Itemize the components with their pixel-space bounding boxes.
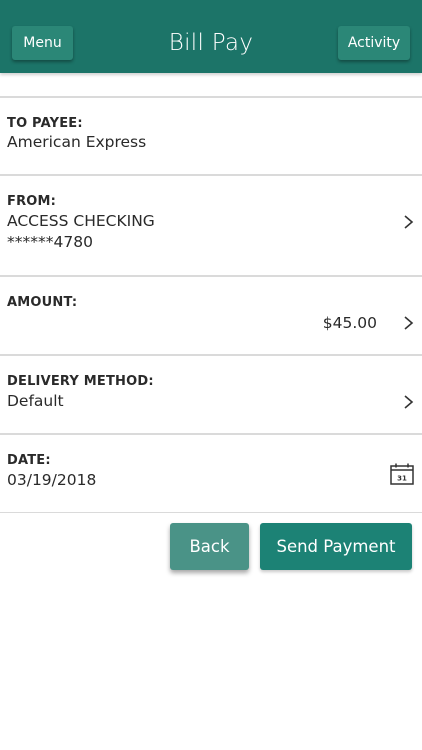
top-bar: Menu Bill Pay Activity xyxy=(0,0,422,73)
activity-button[interactable]: Activity xyxy=(338,26,410,60)
calendar-day-text: 31 xyxy=(397,475,407,483)
date-label: DATE: xyxy=(7,453,51,468)
back-button[interactable]: Back xyxy=(170,523,249,570)
delivery-method-label: DELIVERY METHOD: xyxy=(7,374,154,389)
bill-pay-screen: Menu Bill Pay Activity TO PAYEE: America… xyxy=(0,0,422,750)
payee-value: American Express xyxy=(7,133,147,151)
delivery-method-value: Default xyxy=(7,392,64,410)
from-account-name: ACCESS CHECKING xyxy=(7,212,155,230)
date-row[interactable]: DATE: 03/19/2018 xyxy=(0,435,422,512)
amount-label: AMOUNT: xyxy=(7,295,78,310)
chevron-right-icon[interactable] xyxy=(403,215,414,229)
from-account-row[interactable]: FROM: ACCESS CHECKING ******4780 xyxy=(0,176,422,275)
payee-row: TO PAYEE: American Express xyxy=(0,98,422,174)
payee-label: TO PAYEE: xyxy=(7,116,83,131)
from-label: FROM: xyxy=(7,194,57,209)
delivery-method-row[interactable]: DELIVERY METHOD: Default xyxy=(0,356,422,433)
send-payment-button[interactable]: Send Payment xyxy=(260,523,412,570)
calendar-icon[interactable]: 31 xyxy=(390,463,414,485)
from-account-number: ******4780 xyxy=(7,233,93,251)
divider xyxy=(0,512,422,513)
date-value: 03/19/2018 xyxy=(7,471,97,489)
amount-value: $45.00 xyxy=(322,314,377,332)
chevron-right-icon[interactable] xyxy=(403,316,414,330)
chevron-right-icon[interactable] xyxy=(403,395,414,409)
amount-row[interactable]: AMOUNT: $45.00 xyxy=(0,277,422,354)
